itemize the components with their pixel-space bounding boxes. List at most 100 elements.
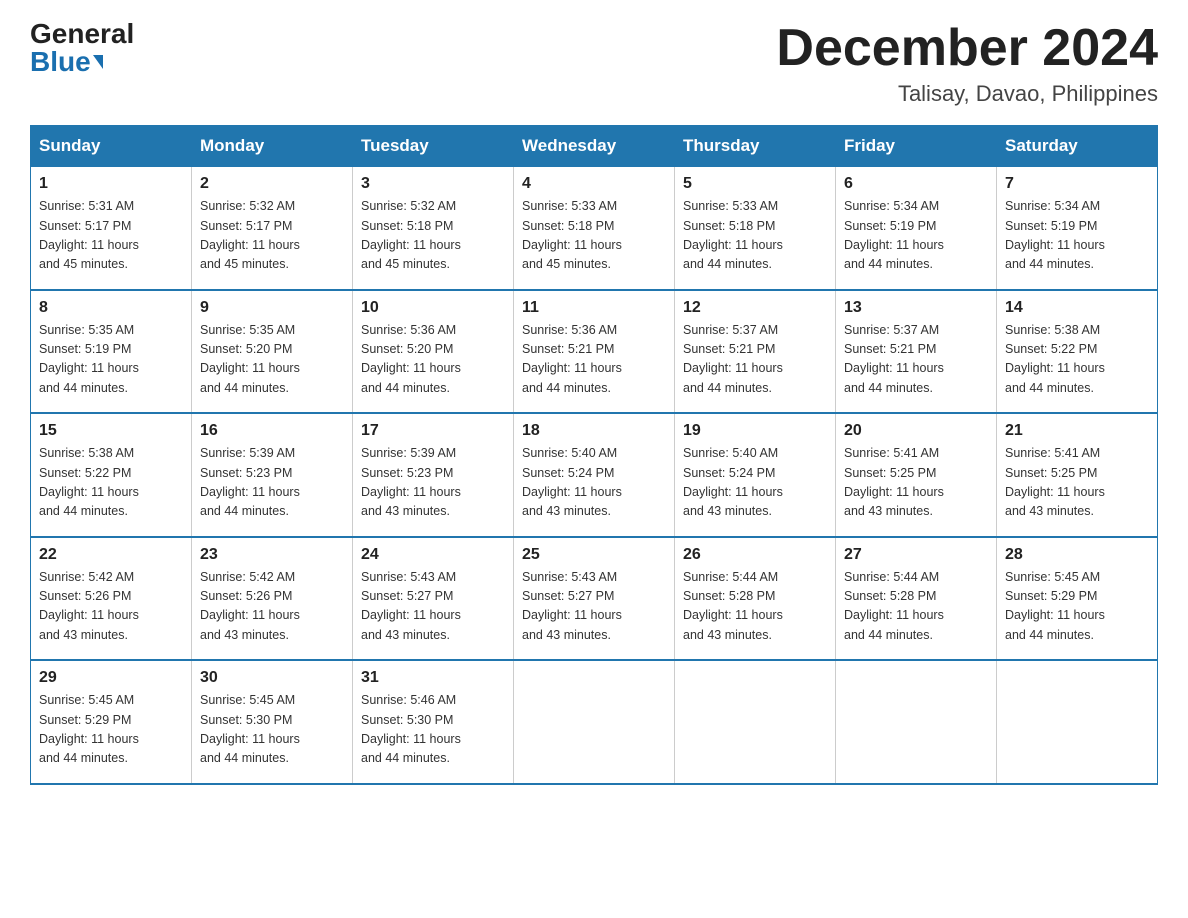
- day-info: Sunrise: 5:43 AM Sunset: 5:27 PM Dayligh…: [522, 568, 666, 646]
- calendar-cell: 28 Sunrise: 5:45 AM Sunset: 5:29 PM Dayl…: [997, 537, 1158, 661]
- calendar-cell: 6 Sunrise: 5:34 AM Sunset: 5:19 PM Dayli…: [836, 167, 997, 290]
- week-row-3: 15 Sunrise: 5:38 AM Sunset: 5:22 PM Dayl…: [31, 413, 1158, 537]
- day-number: 31: [361, 669, 505, 687]
- day-number: 17: [361, 422, 505, 440]
- day-number: 27: [844, 546, 988, 564]
- day-info: Sunrise: 5:38 AM Sunset: 5:22 PM Dayligh…: [39, 444, 183, 522]
- day-info: Sunrise: 5:41 AM Sunset: 5:25 PM Dayligh…: [1005, 444, 1149, 522]
- calendar-cell: 18 Sunrise: 5:40 AM Sunset: 5:24 PM Dayl…: [514, 413, 675, 537]
- day-info: Sunrise: 5:45 AM Sunset: 5:29 PM Dayligh…: [1005, 568, 1149, 646]
- logo-general-text: General: [30, 20, 134, 48]
- logo-arrow-icon: [93, 55, 103, 69]
- calendar-cell: 9 Sunrise: 5:35 AM Sunset: 5:20 PM Dayli…: [192, 290, 353, 414]
- day-number: 21: [1005, 422, 1149, 440]
- day-info: Sunrise: 5:31 AM Sunset: 5:17 PM Dayligh…: [39, 197, 183, 275]
- day-number: 4: [522, 175, 666, 193]
- day-number: 2: [200, 175, 344, 193]
- day-info: Sunrise: 5:42 AM Sunset: 5:26 PM Dayligh…: [39, 568, 183, 646]
- day-number: 10: [361, 299, 505, 317]
- calendar-cell: 17 Sunrise: 5:39 AM Sunset: 5:23 PM Dayl…: [353, 413, 514, 537]
- calendar-cell: 4 Sunrise: 5:33 AM Sunset: 5:18 PM Dayli…: [514, 167, 675, 290]
- calendar-cell: 15 Sunrise: 5:38 AM Sunset: 5:22 PM Dayl…: [31, 413, 192, 537]
- day-info: Sunrise: 5:33 AM Sunset: 5:18 PM Dayligh…: [683, 197, 827, 275]
- calendar-cell: 26 Sunrise: 5:44 AM Sunset: 5:28 PM Dayl…: [675, 537, 836, 661]
- month-year-title: December 2024: [776, 20, 1158, 77]
- day-info: Sunrise: 5:42 AM Sunset: 5:26 PM Dayligh…: [200, 568, 344, 646]
- day-info: Sunrise: 5:39 AM Sunset: 5:23 PM Dayligh…: [361, 444, 505, 522]
- day-info: Sunrise: 5:34 AM Sunset: 5:19 PM Dayligh…: [844, 197, 988, 275]
- day-number: 3: [361, 175, 505, 193]
- title-section: December 2024 Talisay, Davao, Philippine…: [776, 20, 1158, 107]
- calendar-cell: 16 Sunrise: 5:39 AM Sunset: 5:23 PM Dayl…: [192, 413, 353, 537]
- header-thursday: Thursday: [675, 126, 836, 167]
- day-info: Sunrise: 5:36 AM Sunset: 5:21 PM Dayligh…: [522, 321, 666, 399]
- week-row-5: 29 Sunrise: 5:45 AM Sunset: 5:29 PM Dayl…: [31, 660, 1158, 784]
- calendar-cell: 22 Sunrise: 5:42 AM Sunset: 5:26 PM Dayl…: [31, 537, 192, 661]
- day-info: Sunrise: 5:45 AM Sunset: 5:30 PM Dayligh…: [200, 691, 344, 769]
- day-info: Sunrise: 5:39 AM Sunset: 5:23 PM Dayligh…: [200, 444, 344, 522]
- calendar-cell: 7 Sunrise: 5:34 AM Sunset: 5:19 PM Dayli…: [997, 167, 1158, 290]
- calendar-cell: 19 Sunrise: 5:40 AM Sunset: 5:24 PM Dayl…: [675, 413, 836, 537]
- calendar-cell: 24 Sunrise: 5:43 AM Sunset: 5:27 PM Dayl…: [353, 537, 514, 661]
- day-info: Sunrise: 5:35 AM Sunset: 5:19 PM Dayligh…: [39, 321, 183, 399]
- day-number: 6: [844, 175, 988, 193]
- calendar-cell: [514, 660, 675, 784]
- calendar-cell: 1 Sunrise: 5:31 AM Sunset: 5:17 PM Dayli…: [31, 167, 192, 290]
- day-number: 11: [522, 299, 666, 317]
- logo-blue-text: Blue: [30, 48, 91, 76]
- calendar-cell: 27 Sunrise: 5:44 AM Sunset: 5:28 PM Dayl…: [836, 537, 997, 661]
- header-monday: Monday: [192, 126, 353, 167]
- day-number: 19: [683, 422, 827, 440]
- calendar-cell: [675, 660, 836, 784]
- day-info: Sunrise: 5:34 AM Sunset: 5:19 PM Dayligh…: [1005, 197, 1149, 275]
- calendar-cell: 31 Sunrise: 5:46 AM Sunset: 5:30 PM Dayl…: [353, 660, 514, 784]
- day-number: 7: [1005, 175, 1149, 193]
- day-info: Sunrise: 5:46 AM Sunset: 5:30 PM Dayligh…: [361, 691, 505, 769]
- header-sunday: Sunday: [31, 126, 192, 167]
- weekday-header-row: Sunday Monday Tuesday Wednesday Thursday…: [31, 126, 1158, 167]
- week-row-2: 8 Sunrise: 5:35 AM Sunset: 5:19 PM Dayli…: [31, 290, 1158, 414]
- day-number: 5: [683, 175, 827, 193]
- day-info: Sunrise: 5:37 AM Sunset: 5:21 PM Dayligh…: [683, 321, 827, 399]
- day-number: 23: [200, 546, 344, 564]
- calendar-cell: 8 Sunrise: 5:35 AM Sunset: 5:19 PM Dayli…: [31, 290, 192, 414]
- day-info: Sunrise: 5:33 AM Sunset: 5:18 PM Dayligh…: [522, 197, 666, 275]
- day-number: 9: [200, 299, 344, 317]
- page-header: General Blue December 2024 Talisay, Dava…: [30, 20, 1158, 107]
- calendar-cell: 13 Sunrise: 5:37 AM Sunset: 5:21 PM Dayl…: [836, 290, 997, 414]
- day-info: Sunrise: 5:38 AM Sunset: 5:22 PM Dayligh…: [1005, 321, 1149, 399]
- location-subtitle: Talisay, Davao, Philippines: [776, 81, 1158, 107]
- day-number: 29: [39, 669, 183, 687]
- day-number: 24: [361, 546, 505, 564]
- day-number: 12: [683, 299, 827, 317]
- day-number: 18: [522, 422, 666, 440]
- calendar-cell: 5 Sunrise: 5:33 AM Sunset: 5:18 PM Dayli…: [675, 167, 836, 290]
- day-info: Sunrise: 5:41 AM Sunset: 5:25 PM Dayligh…: [844, 444, 988, 522]
- calendar-cell: 30 Sunrise: 5:45 AM Sunset: 5:30 PM Dayl…: [192, 660, 353, 784]
- day-number: 16: [200, 422, 344, 440]
- calendar-cell: 25 Sunrise: 5:43 AM Sunset: 5:27 PM Dayl…: [514, 537, 675, 661]
- calendar-cell: 11 Sunrise: 5:36 AM Sunset: 5:21 PM Dayl…: [514, 290, 675, 414]
- day-number: 8: [39, 299, 183, 317]
- day-number: 22: [39, 546, 183, 564]
- day-info: Sunrise: 5:32 AM Sunset: 5:17 PM Dayligh…: [200, 197, 344, 275]
- day-info: Sunrise: 5:40 AM Sunset: 5:24 PM Dayligh…: [683, 444, 827, 522]
- calendar-cell: 29 Sunrise: 5:45 AM Sunset: 5:29 PM Dayl…: [31, 660, 192, 784]
- day-number: 13: [844, 299, 988, 317]
- header-saturday: Saturday: [997, 126, 1158, 167]
- calendar-cell: [836, 660, 997, 784]
- day-number: 15: [39, 422, 183, 440]
- day-info: Sunrise: 5:43 AM Sunset: 5:27 PM Dayligh…: [361, 568, 505, 646]
- day-info: Sunrise: 5:44 AM Sunset: 5:28 PM Dayligh…: [844, 568, 988, 646]
- calendar-cell: 21 Sunrise: 5:41 AM Sunset: 5:25 PM Dayl…: [997, 413, 1158, 537]
- header-tuesday: Tuesday: [353, 126, 514, 167]
- week-row-4: 22 Sunrise: 5:42 AM Sunset: 5:26 PM Dayl…: [31, 537, 1158, 661]
- calendar-cell: 2 Sunrise: 5:32 AM Sunset: 5:17 PM Dayli…: [192, 167, 353, 290]
- header-wednesday: Wednesday: [514, 126, 675, 167]
- calendar-cell: 20 Sunrise: 5:41 AM Sunset: 5:25 PM Dayl…: [836, 413, 997, 537]
- logo: General Blue: [30, 20, 134, 76]
- day-info: Sunrise: 5:36 AM Sunset: 5:20 PM Dayligh…: [361, 321, 505, 399]
- day-info: Sunrise: 5:40 AM Sunset: 5:24 PM Dayligh…: [522, 444, 666, 522]
- calendar-cell: 14 Sunrise: 5:38 AM Sunset: 5:22 PM Dayl…: [997, 290, 1158, 414]
- header-friday: Friday: [836, 126, 997, 167]
